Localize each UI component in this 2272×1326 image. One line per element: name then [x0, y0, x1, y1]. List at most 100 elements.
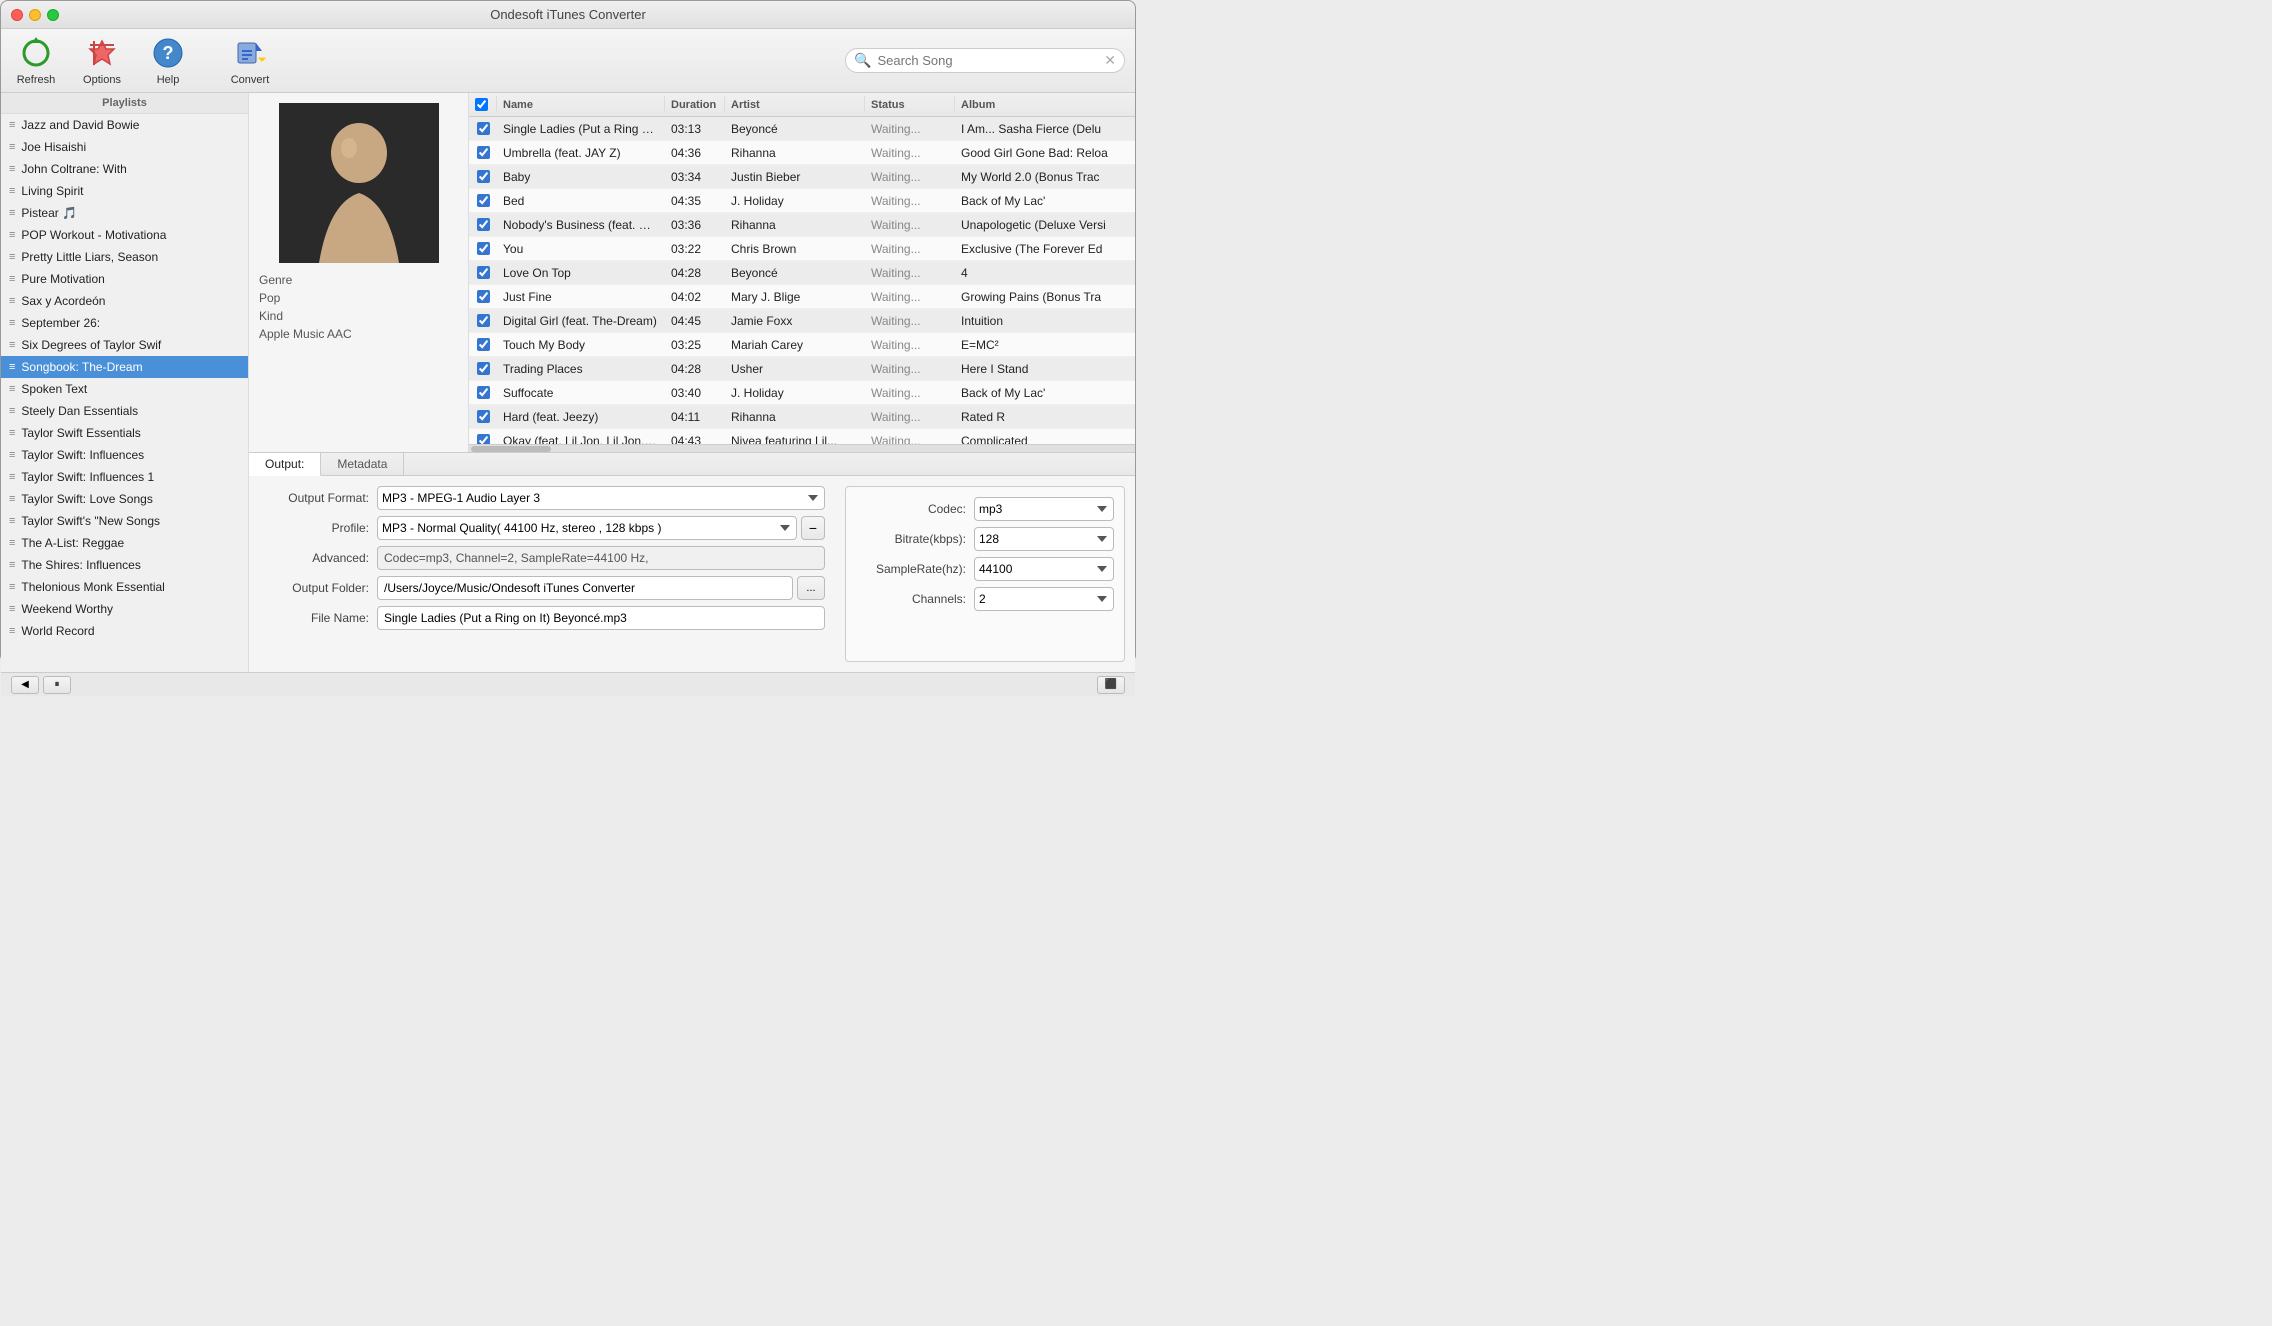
table-row[interactable]: Umbrella (feat. JAY Z) 04:36 Rihanna Wai… [469, 141, 1135, 165]
table-row[interactable]: Trading Places 04:28 Usher Waiting... He… [469, 357, 1135, 381]
horizontal-scrollbar[interactable] [469, 444, 1135, 452]
sidebar-item-14[interactable]: ≡Taylor Swift Essentials [1, 422, 248, 444]
table-row[interactable]: Just Fine 04:02 Mary J. Blige Waiting...… [469, 285, 1135, 309]
table-row[interactable]: Baby 03:34 Justin Bieber Waiting... My W… [469, 165, 1135, 189]
minimize-button[interactable] [29, 9, 41, 21]
sidebar-item-8[interactable]: ≡Sax y Acordeón [1, 290, 248, 312]
sidebar-item-5[interactable]: ≡POP Workout - Motivationa [1, 224, 248, 246]
output-folder-input[interactable] [377, 576, 793, 600]
table-row[interactable]: Bed 04:35 J. Holiday Waiting... Back of … [469, 189, 1135, 213]
track-checkbox-7[interactable] [477, 290, 490, 303]
options-button[interactable]: Options [77, 35, 127, 86]
clear-search-icon[interactable]: ✕ [1104, 52, 1116, 69]
sidebar: Playlists ≡Jazz and David Bowie≡Joe Hisa… [1, 93, 249, 672]
track-check-11[interactable] [469, 384, 497, 401]
profile-minus-button[interactable]: − [801, 516, 825, 540]
sidebar-item-11[interactable]: ≡Songbook: The-Dream [1, 356, 248, 378]
sidebar-item-17[interactable]: ≡Taylor Swift: Love Songs [1, 488, 248, 510]
pause-button[interactable]: ⏸ [43, 676, 71, 694]
track-checkbox-0[interactable] [477, 122, 490, 135]
tab-output[interactable]: Output: [249, 453, 321, 476]
track-check-0[interactable] [469, 120, 497, 137]
table-row[interactable]: You 03:22 Chris Brown Waiting... Exclusi… [469, 237, 1135, 261]
track-checkbox-3[interactable] [477, 194, 490, 207]
sidebar-item-1[interactable]: ≡Joe Hisaishi [1, 136, 248, 158]
output-format-select[interactable]: MP3 - MPEG-1 Audio Layer 3 [377, 486, 825, 510]
track-check-13[interactable] [469, 432, 497, 444]
track-checkbox-10[interactable] [477, 362, 490, 375]
window-controls[interactable] [11, 9, 59, 21]
track-checkbox-5[interactable] [477, 242, 490, 255]
channels-select[interactable]: 2 [974, 587, 1114, 611]
table-row[interactable]: Love On Top 04:28 Beyoncé Waiting... 4 [469, 261, 1135, 285]
sidebar-item-2[interactable]: ≡John Coltrane: With [1, 158, 248, 180]
advanced-input[interactable] [377, 546, 825, 570]
track-check-8[interactable] [469, 312, 497, 329]
table-row[interactable]: Digital Girl (feat. The-Dream) 04:45 Jam… [469, 309, 1135, 333]
tab-metadata[interactable]: Metadata [321, 453, 404, 475]
sidebar-item-13[interactable]: ≡Steely Dan Essentials [1, 400, 248, 422]
track-checkbox-2[interactable] [477, 170, 490, 183]
help-button[interactable]: ? Help [143, 35, 193, 86]
close-button[interactable] [11, 9, 23, 21]
track-check-5[interactable] [469, 240, 497, 257]
sidebar-item-3[interactable]: ≡Living Spirit [1, 180, 248, 202]
sidebar-item-4[interactable]: ≡Pistear 🎵 [1, 202, 248, 224]
track-checkbox-6[interactable] [477, 266, 490, 279]
sidebar-item-21[interactable]: ≡Thelonious Monk Essential [1, 576, 248, 598]
playlist-icon-18: ≡ [9, 515, 15, 527]
sidebar-item-20[interactable]: ≡The Shires: Influences [1, 554, 248, 576]
samplerate-select[interactable]: 44100 [974, 557, 1114, 581]
track-checkbox-11[interactable] [477, 386, 490, 399]
track-checkbox-1[interactable] [477, 146, 490, 159]
sidebar-item-18[interactable]: ≡Taylor Swift's "New Songs [1, 510, 248, 532]
track-name-5: You [497, 240, 665, 258]
scrollbar-thumb[interactable] [471, 446, 551, 452]
sidebar-item-10[interactable]: ≡Six Degrees of Taylor Swif [1, 334, 248, 356]
table-row[interactable]: Touch My Body 03:25 Mariah Carey Waiting… [469, 333, 1135, 357]
browse-button[interactable]: ... [797, 576, 825, 600]
track-check-10[interactable] [469, 360, 497, 377]
convert-button[interactable]: Convert [225, 35, 275, 86]
table-row[interactable]: Okay (feat. Lil Jon, Lil Jon, Lil Jon, Y… [469, 429, 1135, 444]
search-input[interactable] [877, 53, 1098, 68]
sidebar-item-16[interactable]: ≡Taylor Swift: Influences 1 [1, 466, 248, 488]
sidebar-item-6[interactable]: ≡Pretty Little Liars, Season [1, 246, 248, 268]
sidebar-item-23[interactable]: ≡World Record [1, 620, 248, 642]
refresh-button[interactable]: Refresh [11, 35, 61, 86]
sidebar-item-0[interactable]: ≡Jazz and David Bowie [1, 114, 248, 136]
table-row[interactable]: Hard (feat. Jeezy) 04:11 Rihanna Waiting… [469, 405, 1135, 429]
sidebar-item-9[interactable]: ≡September 26: [1, 312, 248, 334]
maximize-button[interactable] [47, 9, 59, 21]
table-row[interactable]: Nobody's Business (feat. Chris Brown) 03… [469, 213, 1135, 237]
table-row[interactable]: Suffocate 03:40 J. Holiday Waiting... Ba… [469, 381, 1135, 405]
track-check-1[interactable] [469, 144, 497, 161]
sidebar-item-12[interactable]: ≡Spoken Text [1, 378, 248, 400]
col-header-artist: Artist [725, 96, 865, 113]
track-check-3[interactable] [469, 192, 497, 209]
track-checkbox-13[interactable] [477, 434, 490, 444]
track-check-2[interactable] [469, 168, 497, 185]
track-checkbox-8[interactable] [477, 314, 490, 327]
codec-select[interactable]: mp3 [974, 497, 1114, 521]
select-all-checkbox[interactable] [475, 98, 488, 111]
track-check-7[interactable] [469, 288, 497, 305]
track-check-12[interactable] [469, 408, 497, 425]
table-row[interactable]: Single Ladies (Put a Ring on It) 03:13 B… [469, 117, 1135, 141]
file-name-input[interactable] [377, 606, 825, 630]
track-check-9[interactable] [469, 336, 497, 353]
sidebar-item-22[interactable]: ≡Weekend Worthy [1, 598, 248, 620]
sidebar-item-label-14: Taylor Swift Essentials [21, 426, 140, 440]
sidebar-item-15[interactable]: ≡Taylor Swift: Influences [1, 444, 248, 466]
expand-button[interactable]: ⬛ [1097, 676, 1125, 694]
prev-button[interactable]: ◀ [11, 676, 39, 694]
bitrate-select[interactable]: 128 [974, 527, 1114, 551]
track-check-4[interactable] [469, 216, 497, 233]
sidebar-item-19[interactable]: ≡The A-List: Reggae [1, 532, 248, 554]
sidebar-item-7[interactable]: ≡Pure Motivation [1, 268, 248, 290]
track-check-6[interactable] [469, 264, 497, 281]
track-checkbox-9[interactable] [477, 338, 490, 351]
track-checkbox-4[interactable] [477, 218, 490, 231]
profile-select[interactable]: MP3 - Normal Quality( 44100 Hz, stereo ,… [377, 516, 797, 540]
track-checkbox-12[interactable] [477, 410, 490, 423]
